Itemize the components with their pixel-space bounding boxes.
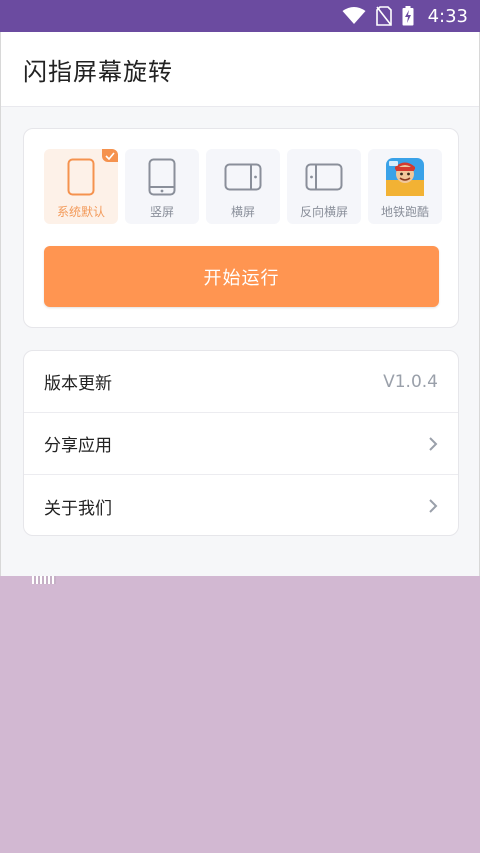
app-screen: 闪指屏幕旋转 系统默认 竖屏 横屏 反向横屏 地铁跑酷 开始运行 版本更新 V1… (0, 32, 480, 576)
chevron-right-icon (429, 436, 438, 451)
mode-label: 反向横屏 (299, 205, 348, 219)
menu-item-label: 版本更新 (44, 374, 112, 394)
phone-landscape-reverse-icon (305, 155, 343, 199)
settings-menu: 版本更新 V1.0.4 分享应用 关于我们 (23, 350, 459, 536)
title-bar: 闪指屏幕旋转 (1, 32, 479, 107)
mode-label: 竖屏 (149, 205, 174, 219)
portrait-outline-icon (67, 155, 95, 199)
mode-label: 地铁跑酷 (380, 205, 429, 219)
mode-list: 系统默认 竖屏 横屏 反向横屏 地铁跑酷 (44, 149, 442, 224)
mode-system-default[interactable]: 系统默认 (44, 149, 118, 224)
menu-item-version[interactable]: 版本更新 V1.0.4 (24, 351, 458, 413)
wifi-icon (342, 7, 366, 24)
menu-item-about[interactable]: 关于我们 (24, 475, 458, 537)
status-bar: 4:33 (0, 0, 480, 32)
subway-surfers-app-icon (386, 155, 424, 199)
menu-item-label: 关于我们 (44, 498, 112, 519)
mode-label: 横屏 (230, 205, 255, 219)
mode-landscape[interactable]: 横屏 (206, 149, 280, 224)
mode-reverse-landscape[interactable]: 反向横屏 (287, 149, 361, 224)
mode-subway-surfers[interactable]: 地铁跑酷 (368, 149, 442, 224)
chevron-right-icon (429, 499, 438, 513)
menu-item-label: 分享应用 (44, 436, 112, 456)
rotation-mode-card: 系统默认 竖屏 横屏 反向横屏 地铁跑酷 开始运行 (23, 128, 459, 328)
phone-landscape-icon (224, 155, 262, 199)
no-sim-icon (375, 6, 392, 26)
menu-item-share[interactable]: 分享应用 (24, 413, 458, 475)
mode-label: 系统默认 (56, 205, 105, 219)
page-title: 闪指屏幕旋转 (23, 57, 173, 86)
start-button[interactable]: 开始运行 (44, 246, 439, 307)
overlay-artifact (32, 576, 56, 584)
phone-portrait-icon (148, 155, 176, 199)
version-value: V1.0.4 (383, 371, 438, 392)
mode-portrait[interactable]: 竖屏 (125, 149, 199, 224)
battery-charging-icon (402, 6, 414, 26)
status-time: 4:33 (427, 5, 468, 27)
selected-check-icon (102, 149, 118, 162)
